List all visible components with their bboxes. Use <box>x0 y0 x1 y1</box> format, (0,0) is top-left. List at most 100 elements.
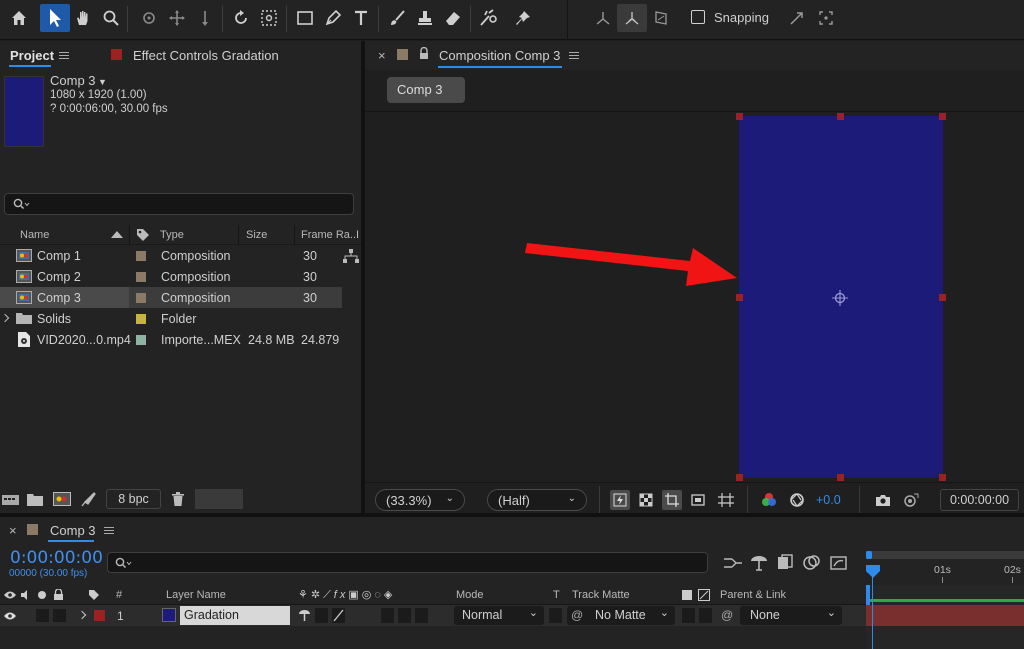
close-tab-icon[interactable]: × <box>9 523 17 538</box>
new-folder-icon[interactable] <box>27 493 43 506</box>
column-mode[interactable]: Mode <box>456 589 484 601</box>
quality-switch[interactable] <box>332 608 345 623</box>
anchor-point-icon[interactable] <box>831 289 849 307</box>
project-item-row[interactable]: Comp 2 Composition 30 <box>0 266 342 287</box>
reset-exposure-icon[interactable] <box>787 490 807 510</box>
column-parent-link[interactable]: Parent & Link <box>720 589 786 601</box>
close-tab-icon[interactable]: × <box>378 48 386 63</box>
trash-icon[interactable] <box>171 491 185 507</box>
composition-mini-flowchart-icon[interactable] <box>724 555 742 571</box>
fast-previews-icon[interactable] <box>610 490 630 510</box>
channel-rgb-icon[interactable] <box>759 490 779 510</box>
puppet-pin-icon[interactable] <box>508 4 538 32</box>
pan-behind-icon[interactable] <box>162 4 192 32</box>
render-queue-icon[interactable] <box>80 492 96 507</box>
tab-composition[interactable]: Composition Comp 3 <box>439 48 560 63</box>
exposure-value[interactable]: +0.0 <box>816 493 841 507</box>
adjustment-layer-switch[interactable] <box>398 608 411 623</box>
snap-edge-icon[interactable] <box>782 4 812 32</box>
local-axis-icon[interactable] <box>588 4 618 32</box>
composition-menu-icon[interactable] <box>569 52 579 59</box>
column-extra[interactable]: I <box>356 229 359 241</box>
shy-switch-icon[interactable] <box>298 609 311 622</box>
collapse-switch[interactable] <box>315 608 328 623</box>
playhead-icon[interactable] <box>866 565 880 579</box>
project-search-input[interactable] <box>4 193 354 215</box>
pen-icon[interactable] <box>318 4 348 32</box>
work-area-bar[interactable] <box>866 551 1024 559</box>
roto-brush-icon[interactable] <box>474 4 504 32</box>
matte-source-toggle[interactable] <box>682 608 695 623</box>
orbit-icon[interactable] <box>134 4 164 32</box>
anchor-point-icon[interactable] <box>254 4 284 32</box>
layer-label-swatch[interactable] <box>94 610 105 621</box>
home-icon[interactable] <box>4 4 34 32</box>
tab-effect-controls[interactable]: Effect Controls Gradation <box>133 48 279 63</box>
column-name[interactable]: Name <box>20 229 49 241</box>
transform-handle[interactable] <box>736 294 743 301</box>
snapping-checkbox[interactable] <box>691 10 705 24</box>
type-icon[interactable] <box>346 4 376 32</box>
label-color-swatch[interactable] <box>136 314 146 324</box>
blend-mode-dropdown[interactable]: Normal ⌄ <box>454 606 544 625</box>
project-item-row-selected[interactable]: Comp 3 Composition 30 <box>0 287 342 308</box>
resolution-dropdown[interactable]: (Half) ⌄ <box>487 489 587 511</box>
hide-shy-layers-icon[interactable] <box>777 554 795 571</box>
column-type[interactable]: Type <box>160 229 184 241</box>
layer-visibility-eye-icon[interactable] <box>4 611 16 621</box>
tab-project[interactable]: Project <box>10 48 54 63</box>
label-tag-icon[interactable] <box>136 228 150 242</box>
transform-handle[interactable] <box>837 113 844 120</box>
transform-handle[interactable] <box>736 474 743 481</box>
flowchart-icon[interactable] <box>343 249 359 263</box>
magnification-dropdown[interactable]: (33.3%) ⌄ <box>375 489 465 511</box>
grid-guides-icon[interactable] <box>716 490 736 510</box>
column-size[interactable]: Size <box>246 229 267 241</box>
parent-pick-whip-icon[interactable]: @ <box>721 608 733 622</box>
transform-handle[interactable] <box>837 474 844 481</box>
matte-invert-toggle[interactable] <box>699 608 712 623</box>
layer-name-field[interactable]: Gradation <box>180 606 290 625</box>
view-axis-icon[interactable] <box>646 4 676 32</box>
thumbnail-transparency-toggle[interactable] <box>195 489 243 509</box>
solo-toggle[interactable] <box>36 609 49 622</box>
interpret-footage-icon[interactable] <box>2 493 19 507</box>
time-ruler[interactable]: 0s 01s 02s <box>866 561 1024 583</box>
layer-switches-icons[interactable]: ⚘✲⟋fx▣◎◌◈ <box>298 588 395 602</box>
transparency-grid-icon[interactable] <box>636 490 656 510</box>
region-of-interest-icon[interactable] <box>662 490 682 510</box>
lock-icon[interactable] <box>419 47 429 60</box>
matte-toggle-icon[interactable] <box>682 590 692 600</box>
tab-timeline-comp[interactable]: Comp 3 <box>50 523 96 538</box>
comp-breadcrumb[interactable]: Comp 3 <box>387 77 465 103</box>
column-layer-name[interactable]: Layer Name <box>166 589 226 601</box>
sort-ascending-icon[interactable] <box>111 231 123 238</box>
layer-row[interactable]: 1 Gradation Normal ⌄ @ No Matte ⌄ @ None ⌄ <box>0 605 866 626</box>
timeline-search-input[interactable] <box>107 552 708 573</box>
solo-icon[interactable] <box>38 591 46 599</box>
rotation-icon[interactable] <box>226 4 256 32</box>
transform-handle[interactable] <box>736 113 743 120</box>
label-color-swatch[interactable] <box>136 293 146 303</box>
project-item-row[interactable]: Comp 1 Composition 30 <box>0 245 342 266</box>
hand-icon[interactable] <box>68 4 98 32</box>
column-layer-number[interactable]: # <box>116 589 122 601</box>
rectangle-icon[interactable] <box>290 4 320 32</box>
show-snapshot-icon[interactable] <box>900 490 920 510</box>
selection-tool-icon[interactable] <box>40 4 70 32</box>
snap-features-icon[interactable] <box>811 4 841 32</box>
clone-stamp-icon[interactable] <box>410 4 440 32</box>
eraser-icon[interactable] <box>438 4 468 32</box>
layer-duration-bar[interactable] <box>866 605 1024 626</box>
zoom-icon[interactable] <box>96 4 126 32</box>
project-menu-icon[interactable] <box>59 52 69 59</box>
transform-handle[interactable] <box>939 113 946 120</box>
motion-blur-icon[interactable] <box>830 554 848 571</box>
expand-chevron-icon[interactable] <box>0 313 10 323</box>
current-time-display[interactable]: 0:00:00:00 <box>940 489 1019 511</box>
transform-handle[interactable] <box>939 294 946 301</box>
project-item-row[interactable]: VID2020...0.mp4 Importe...MEX 24.8 MB 24… <box>0 329 342 350</box>
frame-blending-icon[interactable] <box>803 554 821 571</box>
label-color-swatch[interactable] <box>136 335 146 345</box>
draft-3d-icon[interactable] <box>750 554 768 571</box>
